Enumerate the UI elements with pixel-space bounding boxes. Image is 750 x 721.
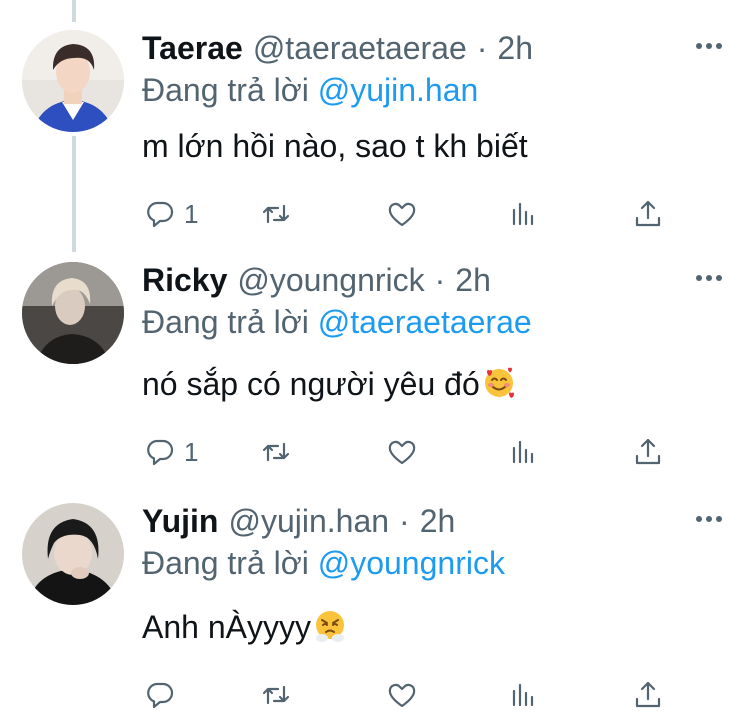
timestamp[interactable]: 2h (420, 503, 456, 540)
tweet-text-content: Anh nÀyyyy (142, 609, 311, 645)
action-bar: 1 (142, 432, 682, 472)
display-name[interactable]: Taerae (142, 30, 243, 67)
mention-link[interactable]: @yujin.han (318, 72, 479, 108)
retweet-icon (262, 442, 290, 462)
tweet-text-content: nó sắp có người yêu đó (142, 366, 480, 402)
like-button[interactable] (386, 675, 418, 715)
views-button[interactable] (508, 432, 540, 472)
replying-to: Đang trả lời @youngnrick (142, 545, 505, 582)
replying-to: Đang trả lời @taeraetaerae (142, 304, 532, 341)
retweet-button[interactable] (260, 194, 292, 234)
reply-icon (147, 439, 174, 466)
separator-dot: · (476, 30, 488, 66)
user-handle[interactable]: @yujin.han (228, 503, 389, 540)
tweet-text: nó sắp có người yêu đó (142, 366, 516, 403)
share-button[interactable] (632, 194, 664, 234)
replying-to-label: Đang trả lời (142, 304, 309, 340)
thread-connector (72, 136, 76, 252)
smiling-face-with-hearts-emoji (484, 367, 514, 398)
like-button[interactable] (386, 432, 418, 472)
separator-dot: · (434, 262, 446, 298)
tweet-text: m lớn hồi nào, sao t kh biết (142, 128, 528, 165)
display-name[interactable]: Ricky (142, 262, 227, 299)
share-button[interactable] (632, 432, 664, 472)
avatar[interactable] (22, 503, 124, 605)
timestamp[interactable]: 2h (455, 262, 491, 299)
reply-button[interactable] (144, 675, 184, 715)
user-handle[interactable]: @taeraetaerae (253, 30, 467, 67)
replying-to: Đang trả lời @yujin.han (142, 72, 478, 109)
replying-to-label: Đang trả lời (142, 72, 309, 108)
views-icon (512, 683, 534, 707)
reply-button[interactable]: 1 (144, 432, 198, 472)
avatar[interactable] (22, 262, 124, 364)
tweet-text-content: m lớn hồi nào, sao t kh biết (142, 128, 528, 164)
retweet-icon (262, 204, 290, 224)
mention-link[interactable]: @youngnrick (318, 545, 505, 581)
share-icon (635, 681, 661, 708)
share-icon (635, 438, 661, 465)
share-icon (635, 200, 661, 227)
face-with-steam-from-nose-emoji (315, 611, 344, 642)
reply-count: 1 (184, 436, 199, 467)
display-name[interactable]: Yujin (142, 503, 218, 540)
like-icon (388, 440, 416, 465)
thread-connector (72, 0, 76, 22)
like-icon (388, 683, 416, 708)
retweet-button[interactable] (260, 432, 292, 472)
reply-count: 1 (184, 198, 199, 229)
action-bar (142, 675, 682, 715)
views-button[interactable] (508, 675, 540, 715)
tweet-text: Anh nÀyyyy (142, 609, 347, 646)
retweet-button[interactable] (260, 675, 292, 715)
more-icon[interactable] (696, 513, 722, 525)
more-icon[interactable] (696, 40, 722, 52)
like-icon (388, 202, 416, 227)
more-icon[interactable] (696, 272, 722, 284)
action-bar: 1 (142, 194, 682, 234)
share-button[interactable] (632, 675, 664, 715)
user-handle[interactable]: @youngnrick (237, 262, 424, 299)
like-button[interactable] (386, 194, 418, 234)
timestamp[interactable]: 2h (497, 30, 533, 67)
reply-icon (147, 201, 174, 228)
views-icon (512, 202, 534, 226)
views-button[interactable] (508, 194, 540, 234)
mention-link[interactable]: @taeraetaerae (318, 304, 532, 340)
replying-to-label: Đang trả lời (142, 545, 309, 581)
reply-button[interactable]: 1 (144, 194, 198, 234)
avatar[interactable] (22, 30, 124, 132)
views-icon (512, 440, 534, 464)
separator-dot: · (399, 503, 410, 539)
retweet-icon (262, 685, 290, 705)
reply-icon (147, 682, 174, 709)
